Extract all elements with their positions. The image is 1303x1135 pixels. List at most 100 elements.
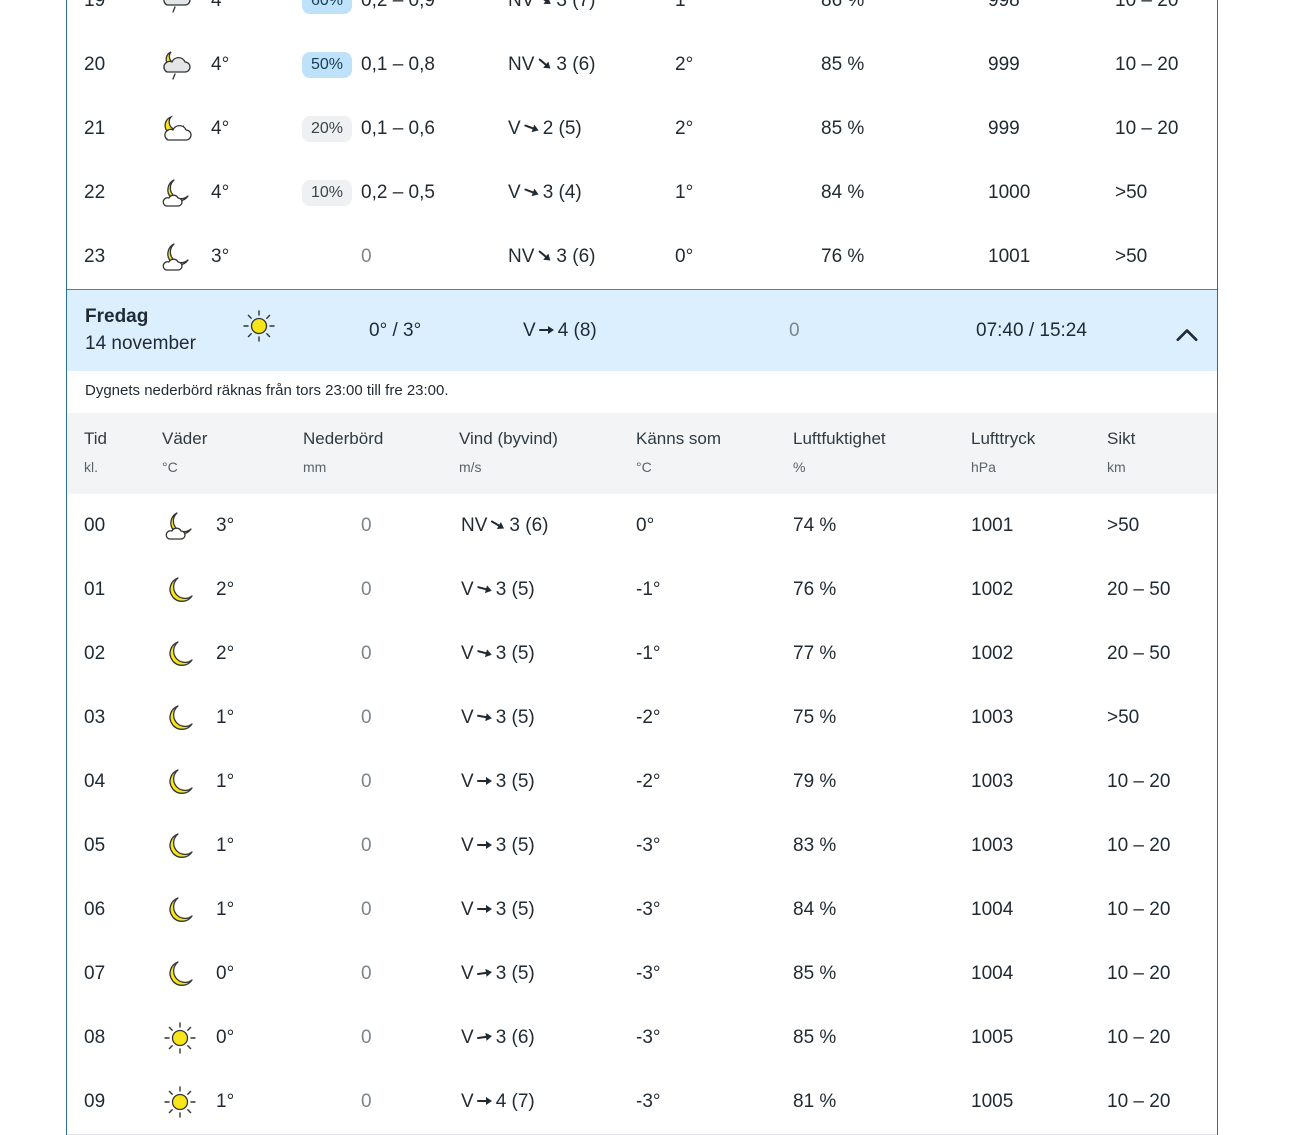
day-precip: 0 [789, 320, 800, 341]
moon-cloud-icon [161, 113, 193, 145]
row-feels-like: 1° [675, 182, 694, 203]
wind-arrow-icon [476, 1094, 493, 1108]
row-pressure: 1001 [971, 515, 1014, 536]
chevron-up-icon[interactable] [1171, 318, 1199, 342]
day-summary-row[interactable]: Fredag 14 november 0° / 3° V 4 (8) 0 07:4… [67, 289, 1217, 372]
moon-icon [164, 958, 196, 990]
row-humidity: 75 % [793, 707, 837, 728]
row-humidity: 86 % [821, 0, 865, 11]
row-visibility: >50 [1107, 707, 1140, 728]
row-feels-like: -3° [636, 963, 661, 984]
row-precip: 0 [361, 643, 372, 664]
row-feels-like: 0° [636, 515, 655, 536]
table-row: 19 4° 60% 0,2 – 0,9 NV 3 (7) 1° 86 % 998 10 – 20 [67, 0, 1217, 34]
row-humidity: 76 % [821, 246, 865, 267]
moon-partly-cloudy-icon [164, 510, 196, 542]
row-temperature: 4° [211, 182, 230, 203]
table-row: 22 4° 10% 0,2 – 0,5 V 3 (4) 1° 84 % 1000 >50 [67, 161, 1217, 226]
table-row: 23 3° 0 NV 3 (6) 0° 76 % 1001 >50 [67, 225, 1217, 290]
moon-icon [164, 574, 196, 606]
wind-direction: V [461, 899, 474, 920]
row-hour: 09 [84, 1091, 106, 1112]
day-wind: V 4 (8) [523, 290, 597, 371]
row-humidity: 85 % [793, 963, 837, 984]
day-date: 14 november [85, 333, 196, 354]
wind-arrow-icon [524, 121, 540, 135]
cloud-rain-icon [161, 0, 193, 17]
row-feels-like: -1° [636, 643, 661, 664]
row-visibility: >50 [1115, 182, 1148, 203]
moon-icon [164, 638, 196, 670]
wind-direction: V [508, 118, 521, 139]
day-wind-direction: V [523, 320, 536, 341]
row-precip: 0 [361, 1027, 372, 1048]
column-header: Sikt [1107, 429, 1136, 448]
row-hour: 05 [84, 835, 106, 856]
row-feels-like: -2° [636, 707, 661, 728]
row-precip: 0,2 – 0,5 [361, 182, 435, 203]
row-hour: 19 [84, 0, 106, 11]
row-precip: 0 [361, 246, 372, 267]
row-pressure: 999 [988, 118, 1020, 139]
row-temperature: 1° [216, 899, 235, 920]
wind-arrow-icon [476, 1030, 493, 1044]
row-temperature: 0° [216, 1027, 235, 1048]
sun-icon [164, 1022, 196, 1054]
wind-speed: 3 (4) [542, 182, 582, 203]
row-hour: 08 [84, 1027, 106, 1048]
row-temperature: 3° [211, 246, 230, 267]
row-visibility: 10 – 20 [1107, 835, 1171, 856]
row-wind: V 3 (5) [461, 622, 535, 686]
wind-arrow-icon [524, 185, 540, 199]
column-unit: m/s [459, 459, 482, 475]
row-temperature: 4° [211, 118, 230, 139]
row-precip: 0,1 – 0,6 [361, 118, 435, 139]
table-row: 03 1° 0 V 3 (5) -2° 75 % 1003 >50 [67, 686, 1217, 751]
wind-speed: 3 (6) [509, 515, 549, 536]
row-humidity: 76 % [793, 579, 837, 600]
wind-speed: 3 (6) [556, 246, 596, 267]
row-wind: NV 3 (6) [508, 33, 595, 97]
row-humidity: 81 % [793, 1091, 837, 1112]
row-pressure: 1005 [971, 1027, 1014, 1048]
precip-probability-badge: 60% [302, 0, 353, 14]
sun-icon [243, 310, 283, 350]
table-header: Tid kl. Väder °C Nederbörd mm Vind (byvind) m/s… [67, 413, 1217, 495]
row-pressure: 1004 [971, 899, 1014, 920]
wind-arrow-icon [476, 582, 493, 596]
row-feels-like: -3° [636, 899, 661, 920]
wind-speed: 3 (7) [556, 0, 596, 11]
row-humidity: 85 % [821, 54, 865, 75]
wind-arrow-icon [537, 57, 553, 71]
row-wind: V 3 (5) [461, 750, 535, 814]
wind-direction: V [508, 182, 521, 203]
row-feels-like: 2° [675, 54, 694, 75]
row-feels-like: -1° [636, 579, 661, 600]
day-wind-speed: 4 (8) [557, 320, 597, 341]
wind-speed: 3 (5) [495, 963, 535, 984]
row-hour: 21 [84, 118, 106, 139]
row-wind: NV 3 (7) [508, 0, 595, 33]
row-precip: 0 [361, 963, 372, 984]
column-header: Luftfuktighet [793, 429, 886, 448]
row-pressure: 1003 [971, 771, 1014, 792]
row-temperature: 2° [216, 579, 235, 600]
row-pressure: 999 [988, 54, 1020, 75]
row-visibility: 20 – 50 [1107, 579, 1171, 600]
row-humidity: 83 % [793, 835, 837, 856]
wind-arrow-icon [476, 902, 493, 916]
column-unit: °C [636, 459, 652, 475]
moon-icon [164, 702, 196, 734]
row-temperature: 4° [211, 0, 230, 11]
wind-direction: V [461, 963, 474, 984]
moon-partly-cloudy-icon [161, 241, 193, 273]
row-temperature: 1° [216, 707, 235, 728]
row-visibility: 20 – 50 [1107, 643, 1171, 664]
column-unit: kl. [84, 459, 98, 475]
row-wind: V 3 (4) [508, 161, 582, 225]
wind-direction: NV [461, 515, 488, 536]
row-pressure: 1002 [971, 643, 1014, 664]
wind-speed: 3 (5) [495, 579, 535, 600]
wind-speed: 3 (5) [495, 835, 535, 856]
wind-direction: V [461, 579, 474, 600]
